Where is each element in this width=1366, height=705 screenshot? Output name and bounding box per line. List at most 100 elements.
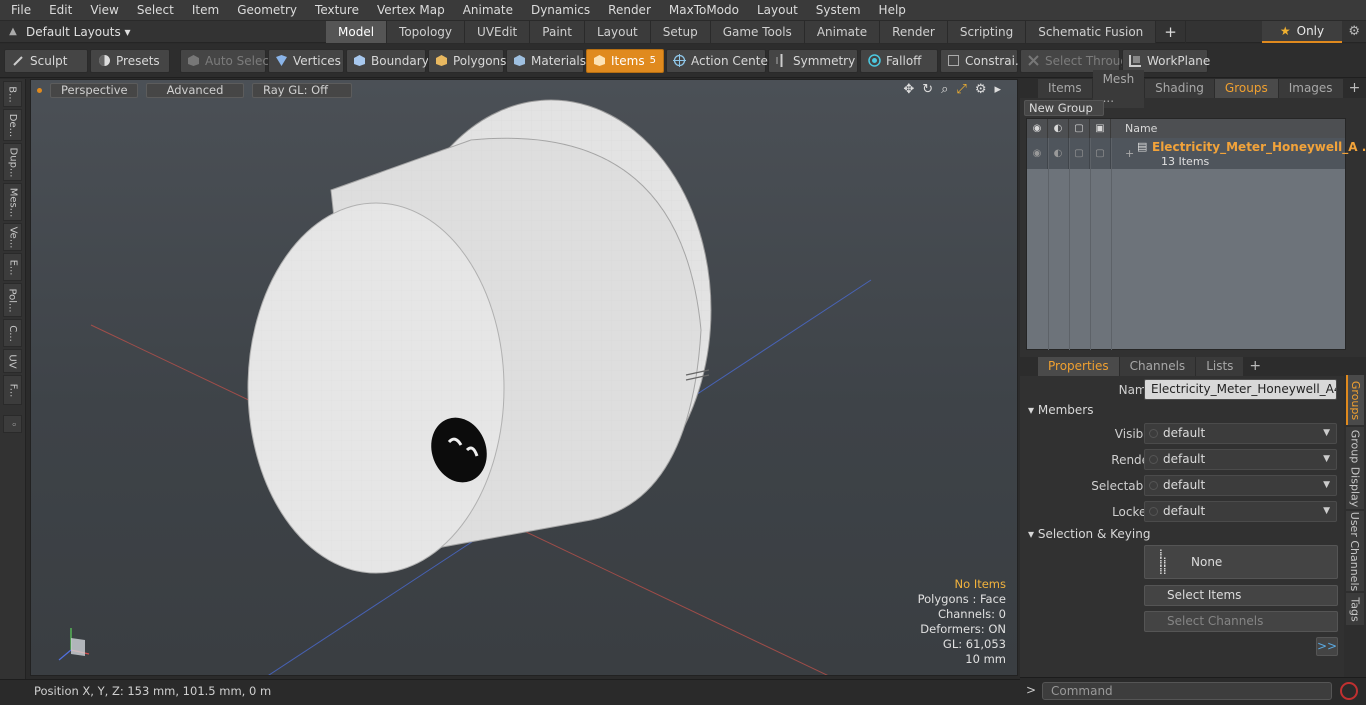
- tab-properties[interactable]: Properties: [1038, 357, 1119, 376]
- gear-icon[interactable]: ⚙: [1348, 24, 1360, 39]
- lock-icon[interactable]: ▢: [1069, 119, 1090, 138]
- side-tab-groups[interactable]: Groups: [1346, 375, 1364, 425]
- select-channels-button[interactable]: Select Channels: [1144, 611, 1338, 632]
- tab-scripting[interactable]: Scripting: [947, 20, 1027, 43]
- tab-schematic-fusion[interactable]: Schematic Fusion: [1026, 20, 1157, 43]
- menu-dynamics[interactable]: Dynamics: [520, 0, 597, 21]
- select-items-button[interactable]: Select Items: [1144, 585, 1338, 606]
- left-tab-b[interactable]: B...: [3, 81, 22, 107]
- tab-images[interactable]: Images: [1278, 79, 1343, 98]
- side-tab-group-display[interactable]: Group Display: [1346, 427, 1364, 509]
- menu-item[interactable]: Item: [181, 0, 226, 21]
- row-lock-checkbox[interactable]: ▢: [1069, 138, 1090, 169]
- left-tab-duplicate[interactable]: Dup...: [3, 143, 22, 181]
- left-tab-curve[interactable]: C...: [3, 319, 22, 347]
- eye-icon[interactable]: ◉: [1027, 119, 1048, 138]
- materials-button[interactable]: Materials: [506, 48, 586, 73]
- side-tab-tags[interactable]: Tags: [1346, 593, 1364, 625]
- left-tab-mesh[interactable]: Mes...: [3, 183, 22, 221]
- tab-setup[interactable]: Setup: [650, 20, 711, 43]
- falloff-button[interactable]: Falloff: [860, 48, 938, 73]
- zoom-icon[interactable]: ⌕: [941, 82, 948, 97]
- sculpt-button[interactable]: Sculpt: [4, 48, 88, 73]
- menu-system[interactable]: System: [805, 0, 868, 21]
- add-props-tab-icon[interactable]: +: [1244, 357, 1266, 376]
- move-icon[interactable]: ✥: [903, 82, 914, 97]
- render-select[interactable]: default ▼: [1144, 449, 1337, 470]
- tab-channels[interactable]: Channels: [1119, 357, 1196, 376]
- left-tab-extra[interactable]: ◦: [3, 415, 22, 433]
- left-tab-deform[interactable]: De...: [3, 109, 22, 141]
- menu-select[interactable]: Select: [126, 0, 181, 21]
- auto-select-button[interactable]: Auto Select: [180, 48, 274, 73]
- menu-vertex-map[interactable]: Vertex Map: [366, 0, 452, 21]
- menu-file[interactable]: File: [0, 0, 38, 21]
- presets-button[interactable]: Presets: [90, 48, 170, 73]
- menu-geometry[interactable]: Geometry: [226, 0, 304, 21]
- side-tab-user-channels[interactable]: User Channels: [1346, 511, 1364, 591]
- raygl-button[interactable]: Ray GL: Off: [252, 82, 352, 98]
- members-section[interactable]: ▾ Members: [1028, 403, 1093, 417]
- tab-lists[interactable]: Lists: [1196, 357, 1244, 376]
- left-tab-uv[interactable]: UV: [3, 349, 22, 373]
- menu-texture[interactable]: Texture: [304, 0, 366, 21]
- 3d-viewport[interactable]: Perspective Advanced Ray GL: Off ✥ ↻ ⌕ ⤢…: [30, 79, 1018, 676]
- action-center-button[interactable]: Action Center: [666, 48, 773, 73]
- menu-view[interactable]: View: [79, 0, 125, 21]
- maximize-icon[interactable]: ⤢: [956, 82, 966, 97]
- menu-animate[interactable]: Animate: [452, 0, 520, 21]
- name-field[interactable]: Electricity_Meter_Honeywell_A4RES_(: [1144, 379, 1337, 400]
- left-tab-fusion[interactable]: F...: [3, 375, 22, 405]
- tab-paint[interactable]: Paint: [530, 20, 585, 43]
- row-select-checkbox[interactable]: ▢: [1090, 138, 1111, 169]
- tab-groups[interactable]: Groups: [1214, 79, 1278, 98]
- menu-help[interactable]: Help: [868, 0, 913, 21]
- viewport-expand-icon[interactable]: ▸: [994, 82, 1001, 97]
- command-input[interactable]: Command: [1042, 682, 1332, 700]
- tab-shading[interactable]: Shading: [1145, 79, 1214, 98]
- vertices-button[interactable]: Vertices 1: [268, 48, 356, 73]
- selection-keying-section[interactable]: ▾ Selection & Keying: [1028, 527, 1150, 541]
- tab-topology[interactable]: Topology: [387, 20, 466, 43]
- left-tab-vertex[interactable]: Ve...: [3, 223, 22, 251]
- render-icon[interactable]: ◐: [1048, 119, 1069, 138]
- perspective-button[interactable]: Perspective: [50, 82, 138, 98]
- tab-layout[interactable]: Layout: [584, 20, 651, 43]
- tab-game-tools[interactable]: Game Tools: [710, 20, 805, 43]
- viewport-menu-dot[interactable]: [37, 87, 42, 93]
- none-button[interactable]: ⁞ ⁞⁞ ⁞⁞ None: [1144, 545, 1338, 579]
- new-group-button[interactable]: New Group: [1024, 100, 1104, 116]
- constraints-button[interactable]: Constrai...: [940, 48, 1026, 73]
- expand-icon[interactable]: +: [1125, 147, 1134, 160]
- row-eye-icon[interactable]: ◉: [1027, 138, 1048, 169]
- record-icon[interactable]: [1340, 682, 1358, 700]
- tab-animate[interactable]: Animate: [804, 20, 881, 43]
- symmetry-button[interactable]: Symmetry: [768, 48, 858, 73]
- menu-maxtomodo[interactable]: MaxToModo: [658, 0, 746, 21]
- boundary-button[interactable]: Boundary: [346, 48, 429, 73]
- layout-dropdown[interactable]: Default Layouts ▾: [26, 25, 326, 39]
- viewport-gear-icon[interactable]: ⚙: [975, 82, 987, 97]
- layout-switch-icon[interactable]: ▲: [0, 26, 26, 37]
- menu-edit[interactable]: Edit: [38, 0, 79, 21]
- locked-select[interactable]: default ▼: [1144, 501, 1337, 522]
- left-tab-edge[interactable]: E...: [3, 253, 22, 281]
- visible-select[interactable]: default ▼: [1144, 423, 1337, 444]
- rotate-icon[interactable]: ↻: [922, 82, 933, 97]
- only-button[interactable]: ★ Only: [1262, 21, 1342, 43]
- polygons-button[interactable]: Polygons: [428, 48, 506, 73]
- group-row[interactable]: ◉ ◐ ▢ ▢ + ▤ Electricity_Meter_Honeywell_…: [1027, 138, 1366, 169]
- menu-render[interactable]: Render: [597, 0, 658, 21]
- tab-render[interactable]: Render: [880, 20, 948, 43]
- add-tab-icon[interactable]: +: [1156, 20, 1186, 43]
- left-tab-polygon[interactable]: Pol...: [3, 283, 22, 317]
- more-button[interactable]: >>: [1316, 637, 1338, 656]
- selectable-select[interactable]: default ▼: [1144, 475, 1337, 496]
- menu-layout[interactable]: Layout: [746, 0, 805, 21]
- row-render-icon[interactable]: ◐: [1048, 138, 1069, 169]
- add-panel-tab-icon[interactable]: +: [1344, 79, 1366, 98]
- tab-uvedit[interactable]: UVEdit: [465, 20, 531, 43]
- select-icon[interactable]: ▣: [1090, 119, 1111, 138]
- tab-items[interactable]: Items: [1038, 79, 1092, 98]
- tab-model[interactable]: Model: [326, 20, 388, 43]
